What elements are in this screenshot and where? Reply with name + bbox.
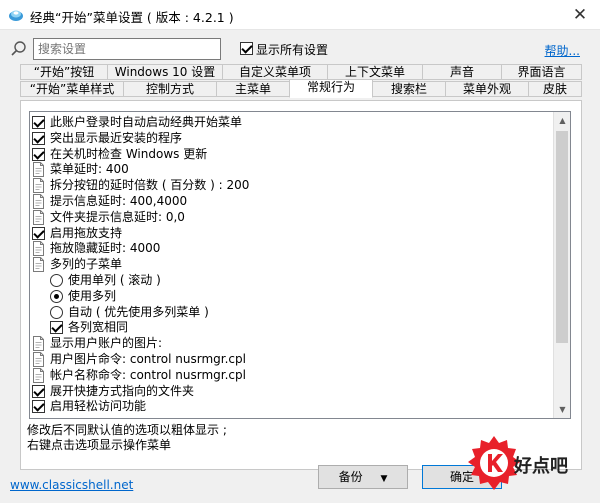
setting-checkbox[interactable]	[32, 400, 45, 414]
setting-row[interactable]: 启用拖放支持	[32, 225, 122, 241]
setting-label: 帐户名称命令: control nusrmgr.cpl	[50, 367, 246, 382]
setting-row[interactable]: 显示用户账户的图片:	[32, 335, 163, 352]
classic-shell-icon	[9, 10, 23, 21]
settings-list[interactable]: 此账户登录时自动启动经典开始菜单 突出显示最近安装的程序 在关机时检查 Window…	[29, 111, 571, 419]
setting-label: 使用单列 ( 滚动 )	[68, 273, 161, 287]
setting-document-icon	[33, 162, 44, 178]
setting-label: 自动 ( 优先使用多列菜单 )	[68, 304, 209, 319]
setting-checkbox[interactable]	[32, 384, 45, 398]
setting-radio[interactable]	[50, 305, 63, 319]
setting-document-icon	[33, 194, 44, 209]
tab-sounds[interactable]: 声音	[422, 64, 502, 80]
hint-line-2: 右键点击选项显示操作菜单	[27, 438, 172, 452]
setting-radio[interactable]	[50, 289, 63, 303]
scroll-thumb[interactable]	[556, 131, 568, 343]
tab-windows10-settings[interactable]: Windows 10 设置	[107, 64, 223, 80]
setting-document-icon	[33, 241, 44, 257]
setting-radio[interactable]	[50, 274, 63, 287]
setting-label: 在关机时检查 Windows 更新	[50, 146, 208, 161]
scroll-down-icon[interactable]: ▼	[554, 401, 570, 418]
setting-row[interactable]: 拆分按钮的延时倍数 ( 百分数 ) : 200	[32, 177, 250, 194]
setting-label: 提示信息延时: 400,4000	[50, 194, 188, 208]
search-input[interactable]	[33, 38, 221, 60]
setting-checkbox[interactable]	[32, 226, 45, 240]
vertical-scrollbar[interactable]: ▲ ▼	[553, 112, 570, 418]
setting-row[interactable]: 启用轻松访问功能	[32, 398, 146, 414]
setting-document-icon	[33, 257, 44, 273]
setting-row[interactable]: 自动 ( 优先使用多列菜单 )	[50, 304, 209, 320]
setting-row[interactable]: 使用单列 ( 滚动 )	[50, 272, 161, 288]
tab-custom-menu-items[interactable]: 自定义菜单项	[222, 64, 328, 80]
setting-label: 多列的子菜单	[50, 257, 123, 272]
search-row: 显示所有设置 帮助...	[0, 36, 600, 62]
show-all-settings-checkbox[interactable]	[240, 42, 253, 55]
setting-row[interactable]: 文件夹提示信息延时: 0,0	[32, 209, 185, 225]
setting-label: 显示用户账户的图片:	[50, 336, 163, 351]
setting-label: 此账户登录时自动启动经典开始菜单	[50, 115, 243, 129]
window-title: 经典“开始”菜单设置 ( 版本 : 4.2.1 )	[30, 10, 234, 25]
tab-main-menu[interactable]: 主菜单	[216, 81, 290, 97]
show-all-settings-label: 显示所有设置	[256, 43, 329, 57]
tab-skin[interactable]: 皮肤	[528, 81, 582, 97]
setting-row[interactable]: 帐户名称命令: control nusrmgr.cpl	[32, 367, 246, 383]
setting-checkbox[interactable]	[32, 131, 45, 145]
tab-start-menu-style[interactable]: “开始”菜单样式	[20, 81, 124, 97]
setting-checkbox[interactable]	[32, 147, 45, 161]
setting-label: 各列宽相同	[68, 320, 129, 335]
search-icon	[11, 41, 26, 56]
scroll-up-icon[interactable]: ▲	[554, 112, 570, 129]
setting-label: 启用轻松访问功能	[50, 399, 147, 414]
setting-label: 使用多列	[68, 288, 117, 303]
close-button[interactable]: ✕	[560, 0, 600, 30]
setting-document-icon	[33, 367, 44, 383]
setting-row[interactable]: 在关机时检查 Windows 更新	[32, 146, 207, 162]
tab-language[interactable]: 界面语言	[501, 64, 582, 80]
setting-row[interactable]: 用户图片命令: control nusrmgr.cpl	[32, 351, 246, 367]
setting-label: 展开快捷方式指向的文件夹	[50, 383, 195, 398]
website-link[interactable]: www.classicshell.net	[10, 478, 133, 492]
tab-start-button[interactable]: “开始”按钮	[20, 64, 108, 80]
setting-row[interactable]: 突出显示最近安装的程序	[32, 130, 182, 146]
title-bar: 经典“开始”菜单设置 ( 版本 : 4.2.1 ) ✕	[0, 0, 600, 30]
setting-row[interactable]: 使用多列	[50, 288, 116, 304]
setting-label: 文件夹提示信息延时: 0,0	[50, 209, 185, 224]
backup-button[interactable]: 备份 ▼	[318, 465, 408, 489]
setting-label: 启用拖放支持	[50, 225, 123, 240]
tab-menu-look[interactable]: 菜单外观	[445, 81, 529, 97]
setting-document-icon	[33, 336, 44, 352]
setting-document-icon	[33, 352, 44, 367]
tab-control[interactable]: 控制方式	[123, 81, 217, 97]
setting-checkbox[interactable]	[50, 321, 63, 335]
help-link[interactable]: 帮助...	[545, 42, 580, 59]
setting-document-icon	[33, 178, 44, 194]
setting-label: 拆分按钮的延时倍数 ( 百分数 ) : 200	[50, 178, 250, 193]
tab-strip: “开始”按钮 Windows 10 设置 自定义菜单项 上下文菜单 声音 界面语…	[20, 64, 582, 100]
watermark-text: 好点吧	[514, 456, 568, 477]
backup-button-label: 备份	[338, 470, 363, 484]
tab-general-behavior[interactable]: 常规行为	[289, 79, 373, 98]
setting-label: 突出显示最近安装的程序	[50, 130, 183, 145]
setting-row[interactable]: 展开快捷方式指向的文件夹	[32, 383, 194, 399]
dropdown-arrow-icon: ▼	[380, 474, 388, 484]
tab-search-box[interactable]: 搜索栏	[372, 81, 446, 97]
setting-label: 用户图片命令: control nusrmgr.cpl	[50, 352, 246, 366]
setting-row[interactable]: 拖放隐藏延时: 4000	[32, 240, 161, 257]
setting-label: 拖放隐藏延时: 4000	[50, 241, 161, 256]
setting-row[interactable]: 菜单延时: 400	[32, 161, 129, 178]
tab-context-menu[interactable]: 上下文菜单	[327, 64, 423, 80]
setting-row[interactable]: 各列宽相同	[50, 319, 128, 335]
setting-checkbox[interactable]	[32, 116, 45, 129]
setting-row[interactable]: 此账户登录时自动启动经典开始菜单	[32, 114, 242, 130]
general-behavior-panel: 此账户登录时自动启动经典开始菜单 突出显示最近安装的程序 在关机时检查 Window…	[20, 100, 582, 470]
setting-row[interactable]: 提示信息延时: 400,4000	[32, 193, 187, 209]
setting-row[interactable]: 多列的子菜单	[32, 256, 123, 273]
setting-label: 菜单延时: 400	[50, 162, 129, 177]
setting-document-icon	[33, 209, 44, 225]
